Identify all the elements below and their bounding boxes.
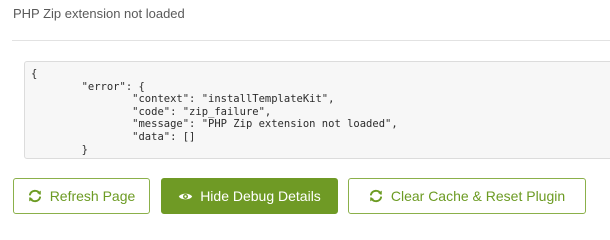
divider <box>12 40 610 41</box>
hide-debug-details-button[interactable]: Hide Debug Details <box>161 178 338 214</box>
error-panel: PHP Zip extension not loaded { "error": … <box>0 0 610 220</box>
eye-icon <box>178 189 193 204</box>
refresh-page-label: Refresh Page <box>49 188 136 204</box>
error-message: PHP Zip extension not loaded <box>13 6 185 21</box>
refresh-icon <box>28 189 43 204</box>
refresh-icon <box>369 189 384 204</box>
clear-cache-reset-plugin-label: Clear Cache & Reset Plugin <box>390 188 566 204</box>
hide-debug-details-label: Hide Debug Details <box>200 188 321 204</box>
refresh-page-button[interactable]: Refresh Page <box>13 178 150 214</box>
clear-cache-reset-plugin-button[interactable]: Clear Cache & Reset Plugin <box>348 178 586 214</box>
debug-details-code: { "error": { "context": "installTemplate… <box>31 68 398 156</box>
debug-details-box[interactable]: { "error": { "context": "installTemplate… <box>24 61 610 159</box>
